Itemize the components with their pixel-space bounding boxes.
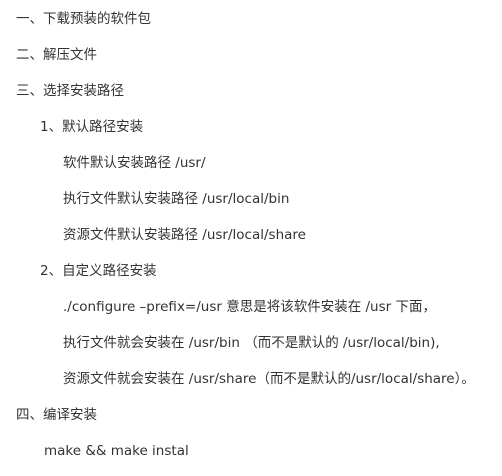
subheading-custom-path: 2、自定义路径安装: [40, 263, 157, 279]
text-resource-default-path: 资源文件默认安装路径 /usr/local/share: [63, 227, 306, 243]
section-heading-install-path: 三、选择安装路径: [16, 83, 124, 99]
text-resource-custom-path: 资源文件就会安装在 /usr/share（而不是默认的/usr/local/sh…: [63, 371, 475, 387]
document-body: 一、下载预装的软件包 二、解压文件 三、选择安装路径 1、默认路径安装 软件默认…: [0, 0, 502, 476]
section-heading-download: 一、下载预装的软件包: [16, 11, 151, 27]
text-configure-prefix: ./configure –prefix=/usr 意思是将该软件安装在 /usr…: [63, 299, 436, 315]
text-executable-default-path: 执行文件默认安装路径 /usr/local/bin: [63, 191, 290, 207]
text-executable-custom-path: 执行文件就会安装在 /usr/bin （而不是默认的 /usr/local/bi…: [63, 335, 440, 351]
section-heading-extract: 二、解压文件: [16, 47, 97, 63]
text-make-command: make && make instal: [44, 443, 189, 459]
section-heading-compile-install: 四、编译安装: [16, 407, 97, 423]
text-software-default-path: 软件默认安装路径 /usr/: [63, 155, 206, 171]
subheading-default-path: 1、默认路径安装: [40, 119, 144, 135]
